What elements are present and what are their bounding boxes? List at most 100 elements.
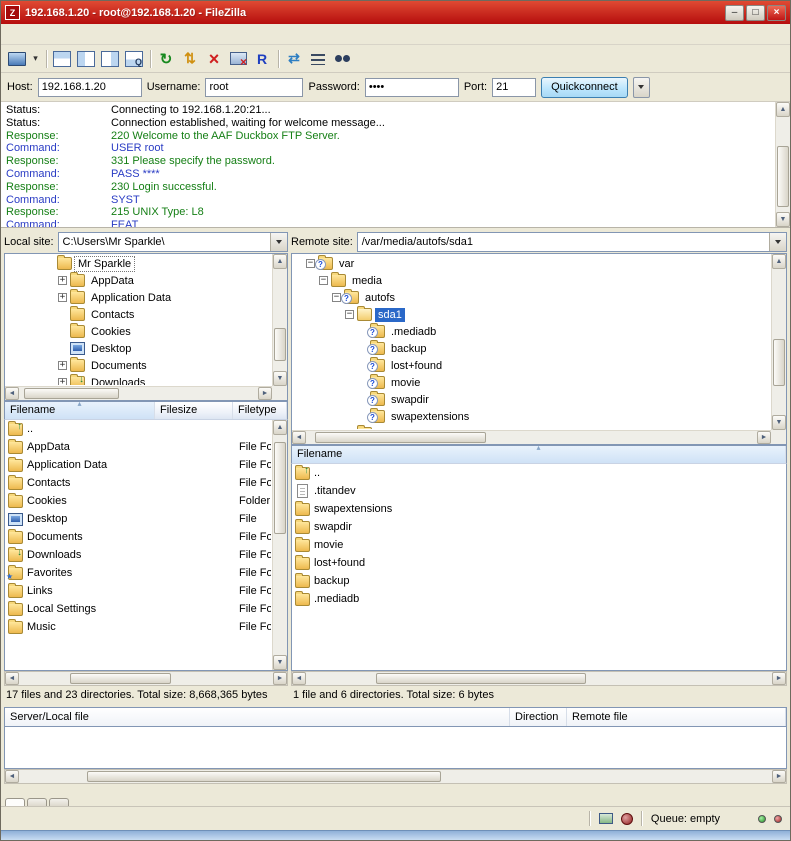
refresh-icon[interactable] <box>154 48 178 70</box>
file-row[interactable]: lost+found <box>292 554 786 572</box>
scrollbar-track[interactable] <box>776 117 790 212</box>
minimize-button[interactable]: – <box>725 5 744 21</box>
tab-successful-transfers[interactable] <box>49 798 69 806</box>
column-remote-file[interactable]: Remote file <box>567 708 786 726</box>
scrollbar-thumb[interactable] <box>87 771 441 782</box>
file-row[interactable]: AppData File Folder <box>5 438 271 456</box>
file-row[interactable]: .titandev <box>292 482 786 500</box>
file-row[interactable]: .. <box>5 420 271 438</box>
file-row[interactable]: Local Settings File Folder <box>5 600 271 618</box>
scrollbar-track[interactable] <box>772 269 786 415</box>
scrollbar-thumb[interactable] <box>70 673 172 684</box>
local-tree-item-downloads[interactable]: + Downloads <box>6 374 271 385</box>
expander-icon[interactable]: + <box>58 378 67 385</box>
column-filename[interactable]: Filename <box>5 402 155 419</box>
remote-tree-item-autofs[interactable]: − autofs <box>293 289 770 306</box>
local-list-hscroll[interactable] <box>4 671 288 686</box>
column-server-local-file[interactable]: Server/Local file <box>5 708 510 726</box>
scrollbar-track[interactable] <box>19 672 273 685</box>
scroll-right-icon[interactable] <box>772 770 786 783</box>
local-tree-item-cookies[interactable]: Cookies <box>6 323 271 340</box>
toggle-local-tree-icon[interactable] <box>74 48 98 70</box>
remote-tree-item-sda1[interactable]: − sda1 <box>293 306 770 323</box>
scrollbar-track[interactable] <box>19 770 772 783</box>
file-row[interactable]: Links File Folder <box>5 582 271 600</box>
password-input[interactable] <box>365 78 459 97</box>
queue-hscroll[interactable] <box>4 769 787 784</box>
scroll-left-icon[interactable] <box>5 770 19 783</box>
expander-icon[interactable]: + <box>58 293 67 302</box>
remote-tree-item-var[interactable]: − var <box>293 255 770 272</box>
expander-icon[interactable]: − <box>319 276 328 285</box>
scroll-right-icon[interactable] <box>273 672 287 685</box>
scroll-down-icon[interactable] <box>776 212 790 227</box>
expander-icon[interactable]: − <box>345 310 354 319</box>
local-tree-vscroll[interactable] <box>272 254 287 386</box>
scroll-up-icon[interactable] <box>776 102 790 117</box>
expander-icon[interactable]: − <box>306 259 315 268</box>
scrollbar-thumb[interactable] <box>315 432 486 443</box>
quickconnect-button[interactable]: Quickconnect <box>541 77 628 98</box>
local-tree-item-application-data[interactable]: + Application Data <box>6 289 271 306</box>
port-input[interactable] <box>492 78 536 97</box>
scroll-right-icon[interactable] <box>757 431 771 444</box>
column-filetype[interactable]: Filetype <box>233 402 287 419</box>
file-row[interactable]: Documents File Folder <box>5 528 271 546</box>
menu-view[interactable] <box>32 31 46 37</box>
cancel-icon[interactable] <box>202 48 226 70</box>
local-tree-item-documents[interactable]: + Documents <box>6 357 271 374</box>
local-list-vscroll[interactable] <box>272 420 287 670</box>
remote-tree-hscroll[interactable] <box>292 430 771 444</box>
column-direction[interactable]: Direction <box>510 708 567 726</box>
local-tree-hscroll[interactable] <box>5 386 272 400</box>
disconnect-icon[interactable] <box>226 48 250 70</box>
column-filesize[interactable]: Filesize <box>155 402 233 419</box>
remote-tree-item-media[interactable]: − media <box>293 272 770 289</box>
remote-tree-item-dvd[interactable]: dvd <box>293 425 770 429</box>
scrollbar-thumb[interactable] <box>24 388 120 399</box>
remote-tree-vscroll[interactable] <box>771 254 786 430</box>
site-manager-dropdown-icon[interactable] <box>29 48 42 70</box>
username-input[interactable] <box>205 78 303 97</box>
scroll-left-icon[interactable] <box>5 387 19 400</box>
file-row[interactable]: Downloads File Folder <box>5 546 271 564</box>
column-filename[interactable]: Filename <box>292 446 786 463</box>
scroll-up-icon[interactable] <box>273 420 287 435</box>
local-tree-item-contacts[interactable]: Contacts <box>6 306 271 323</box>
toggle-remote-tree-icon[interactable] <box>98 48 122 70</box>
scrollbar-thumb[interactable] <box>274 328 286 361</box>
file-row[interactable]: Cookies Folder <box>5 492 271 510</box>
local-site-combo[interactable]: C:\Users\Mr Sparkle\ <box>58 232 288 252</box>
scroll-right-icon[interactable] <box>772 672 786 685</box>
scrollbar-thumb[interactable] <box>376 673 586 684</box>
chevron-down-icon[interactable] <box>769 233 786 251</box>
scroll-left-icon[interactable] <box>292 672 306 685</box>
file-row[interactable]: Contacts File Folder <box>5 474 271 492</box>
scrollbar-track[interactable] <box>306 672 772 685</box>
file-row[interactable]: .mediadb <box>292 590 786 608</box>
scroll-down-icon[interactable] <box>273 655 287 670</box>
scroll-down-icon[interactable] <box>772 415 786 430</box>
scroll-down-icon[interactable] <box>273 371 287 386</box>
process-queue-icon[interactable] <box>178 48 202 70</box>
compare-icon[interactable] <box>282 48 306 70</box>
remote-list-hscroll[interactable] <box>291 671 787 686</box>
menu-edit[interactable] <box>18 31 32 37</box>
remote-tree-item-swapdir[interactable]: swapdir <box>293 391 770 408</box>
scrollbar-thumb[interactable] <box>777 146 789 208</box>
file-row[interactable]: Favorites File Folder <box>5 564 271 582</box>
menu-transfer[interactable] <box>46 31 60 37</box>
file-row[interactable]: backup <box>292 572 786 590</box>
scrollbar-track[interactable] <box>306 431 757 444</box>
file-row[interactable]: Application Data File Folder <box>5 456 271 474</box>
file-row[interactable]: Music File Folder <box>5 618 271 636</box>
tab-queued-files[interactable] <box>5 798 25 806</box>
expander-icon[interactable]: + <box>58 361 67 370</box>
scrollbar-track[interactable] <box>273 269 287 371</box>
maximize-button[interactable]: □ <box>746 5 765 21</box>
scrollbar-track[interactable] <box>19 387 258 400</box>
local-tree-item-mr-sparkle[interactable]: Mr Sparkle <box>6 255 271 272</box>
remote-tree-item-swapextensions[interactable]: swapextensions <box>293 408 770 425</box>
remote-tree-item-mediadb[interactable]: .mediadb <box>293 323 770 340</box>
scroll-left-icon[interactable] <box>5 672 19 685</box>
